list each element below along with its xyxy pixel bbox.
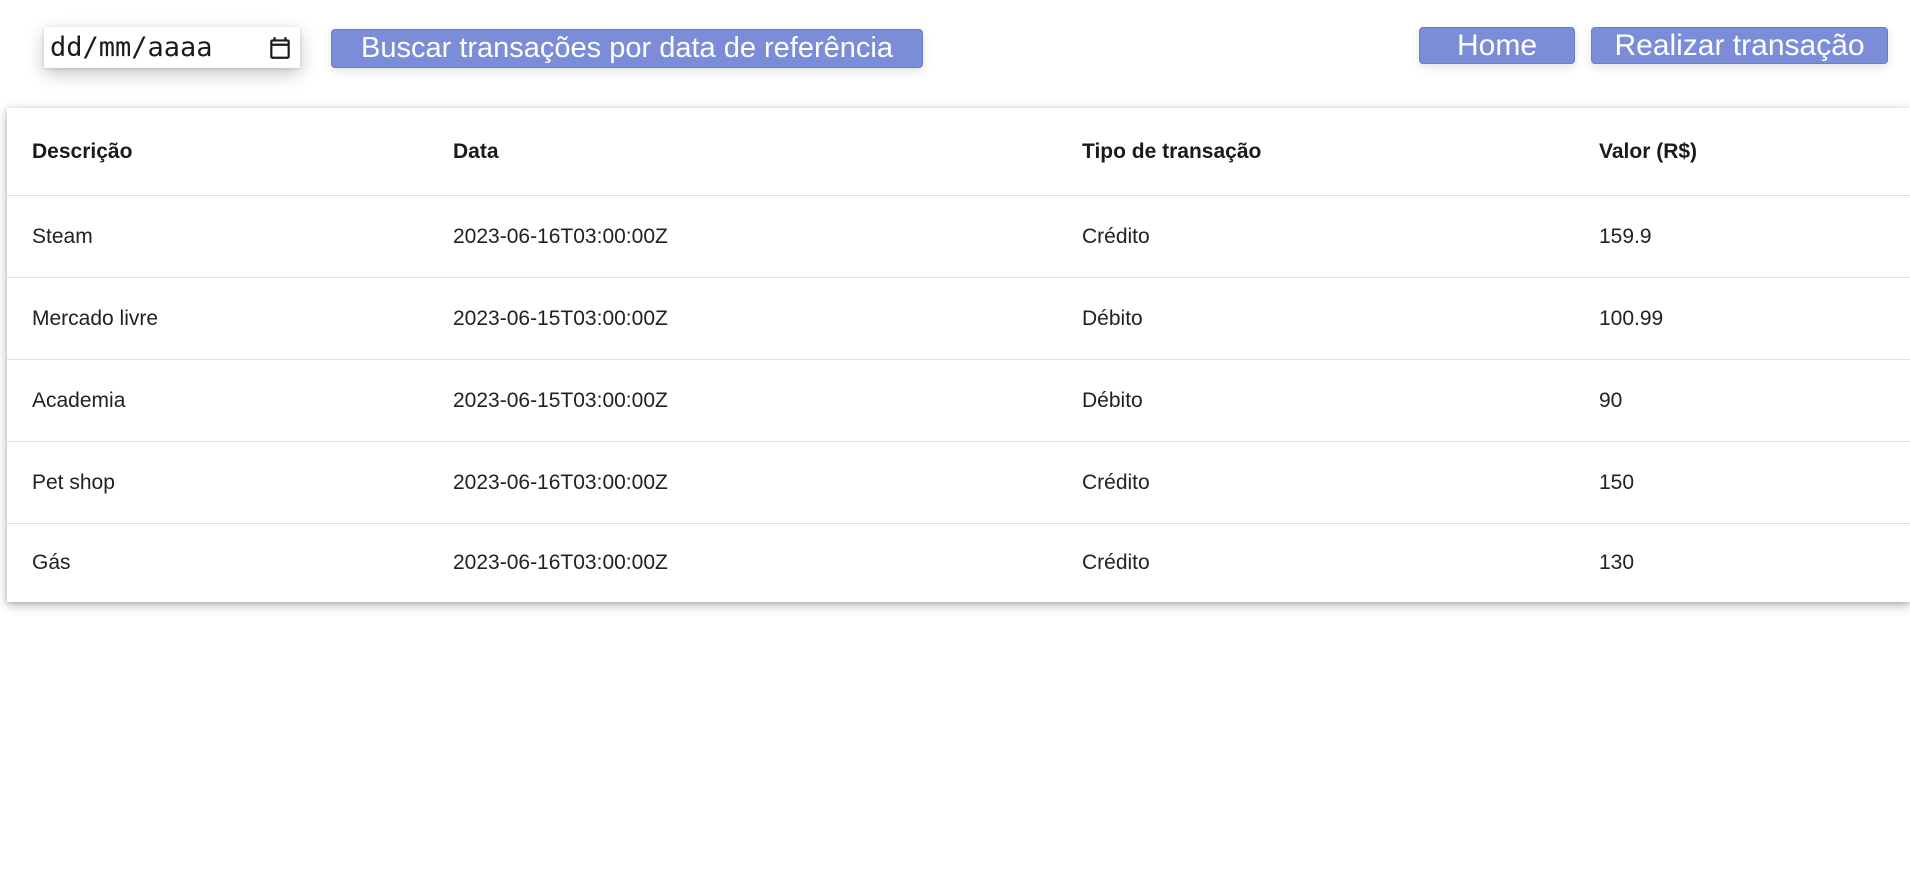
cell-type: Crédito xyxy=(1082,471,1150,494)
search-by-date-button[interactable]: Buscar transações por data de referência xyxy=(331,29,923,68)
cell-value: 100.99 xyxy=(1599,307,1664,330)
cell-date: 2023-06-15T03:00:00Z xyxy=(453,389,668,412)
cell-type: Crédito xyxy=(1082,225,1150,248)
cell-type: Débito xyxy=(1082,389,1143,412)
cell-description: Mercado livre xyxy=(32,307,159,330)
cell-value: 90 xyxy=(1599,389,1623,412)
new-transaction-button[interactable]: Realizar transação xyxy=(1591,27,1888,64)
transactions-table: Descrição Data Tipo de transação Valor (… xyxy=(7,108,1910,602)
cell-value: 159.9 xyxy=(1599,225,1652,248)
cell-description: Academia xyxy=(32,389,126,412)
column-header-value: Valor (R$) xyxy=(1599,139,1698,163)
cell-date: 2023-06-16T03:00:00Z xyxy=(453,471,668,494)
cell-date: 2023-06-16T03:00:00Z xyxy=(453,551,668,574)
column-header-type: Tipo de transação xyxy=(1082,139,1262,163)
cell-description: Steam xyxy=(32,225,93,248)
cell-date: 2023-06-15T03:00:00Z xyxy=(453,307,668,330)
cell-description: Pet shop xyxy=(32,471,115,494)
reference-date-input[interactable]: dd/mm/aaaa xyxy=(44,27,300,68)
cell-date: 2023-06-16T03:00:00Z xyxy=(453,225,668,248)
table-row: Academia 2023-06-15T03:00:00Z Débito 90 xyxy=(7,361,1910,442)
home-button[interactable]: Home xyxy=(1419,27,1575,64)
table-header-row: Descrição Data Tipo de transação Valor (… xyxy=(7,108,1910,196)
cell-type: Crédito xyxy=(1082,551,1150,574)
column-header-description: Descrição xyxy=(32,139,133,163)
table-row: Mercado livre 2023-06-15T03:00:00Z Débit… xyxy=(7,279,1910,360)
calendar-icon[interactable] xyxy=(267,35,293,61)
table-row: Steam 2023-06-16T03:00:00Z Crédito 159.9 xyxy=(7,197,1910,278)
cell-description: Gás xyxy=(32,551,71,574)
cell-value: 150 xyxy=(1599,471,1635,494)
date-input-value: dd/mm/aaaa xyxy=(50,32,213,63)
cell-type: Débito xyxy=(1082,307,1143,330)
table-row: Pet shop 2023-06-16T03:00:00Z Crédito 15… xyxy=(7,443,1910,524)
cell-value: 130 xyxy=(1599,551,1635,574)
column-header-date: Data xyxy=(453,139,499,163)
table-row: Gás 2023-06-16T03:00:00Z Crédito 130 xyxy=(7,524,1910,602)
